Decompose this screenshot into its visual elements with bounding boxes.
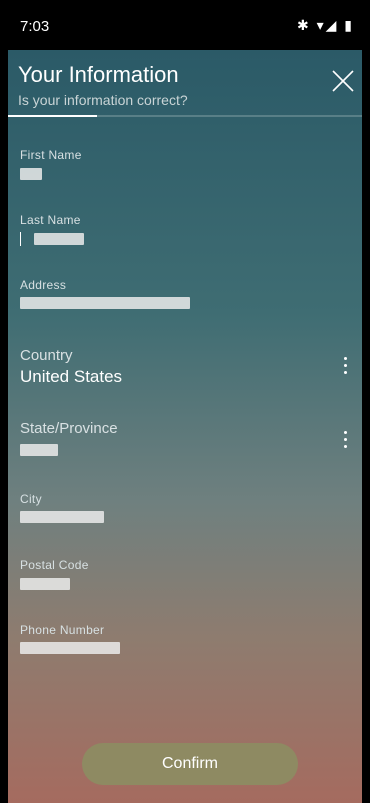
state-options-button[interactable] — [342, 431, 348, 451]
page-title: Your Information — [18, 62, 179, 87]
city-label: City — [20, 492, 42, 506]
confirm-button[interactable]: Confirm — [82, 743, 298, 785]
postal-code-label: Postal Code — [20, 558, 89, 572]
address-label: Address — [20, 278, 67, 292]
close-button[interactable] — [330, 68, 356, 94]
first-name-value[interactable] — [20, 168, 42, 180]
country-label: Country — [20, 347, 73, 364]
postal-code-value[interactable] — [20, 578, 70, 590]
text-cursor — [20, 232, 21, 246]
country-options-button[interactable] — [342, 357, 348, 377]
close-icon — [332, 70, 354, 92]
state-label: State/Province — [20, 420, 118, 437]
first-name-label: First Name — [20, 148, 82, 162]
city-value[interactable] — [20, 511, 104, 523]
country-value[interactable]: United States — [20, 367, 122, 387]
status-bar: 7:03 ✱ ▾◢ ▮ — [0, 0, 370, 50]
state-value[interactable] — [20, 444, 58, 456]
phone-value[interactable] — [20, 642, 120, 654]
address-value[interactable] — [20, 297, 190, 309]
page-subtitle: Is your information correct? — [18, 92, 188, 108]
last-name-label: Last Name — [20, 213, 81, 227]
phone-label: Phone Number — [20, 623, 105, 637]
status-time: 7:03 — [20, 18, 50, 35]
info-screen: Your Information Is your information cor… — [8, 50, 362, 803]
last-name-value[interactable] — [34, 233, 84, 245]
progress-bar — [8, 115, 362, 117]
status-icons: ✱ ▾◢ ▮ — [296, 17, 354, 33]
progress-fill — [8, 115, 97, 117]
